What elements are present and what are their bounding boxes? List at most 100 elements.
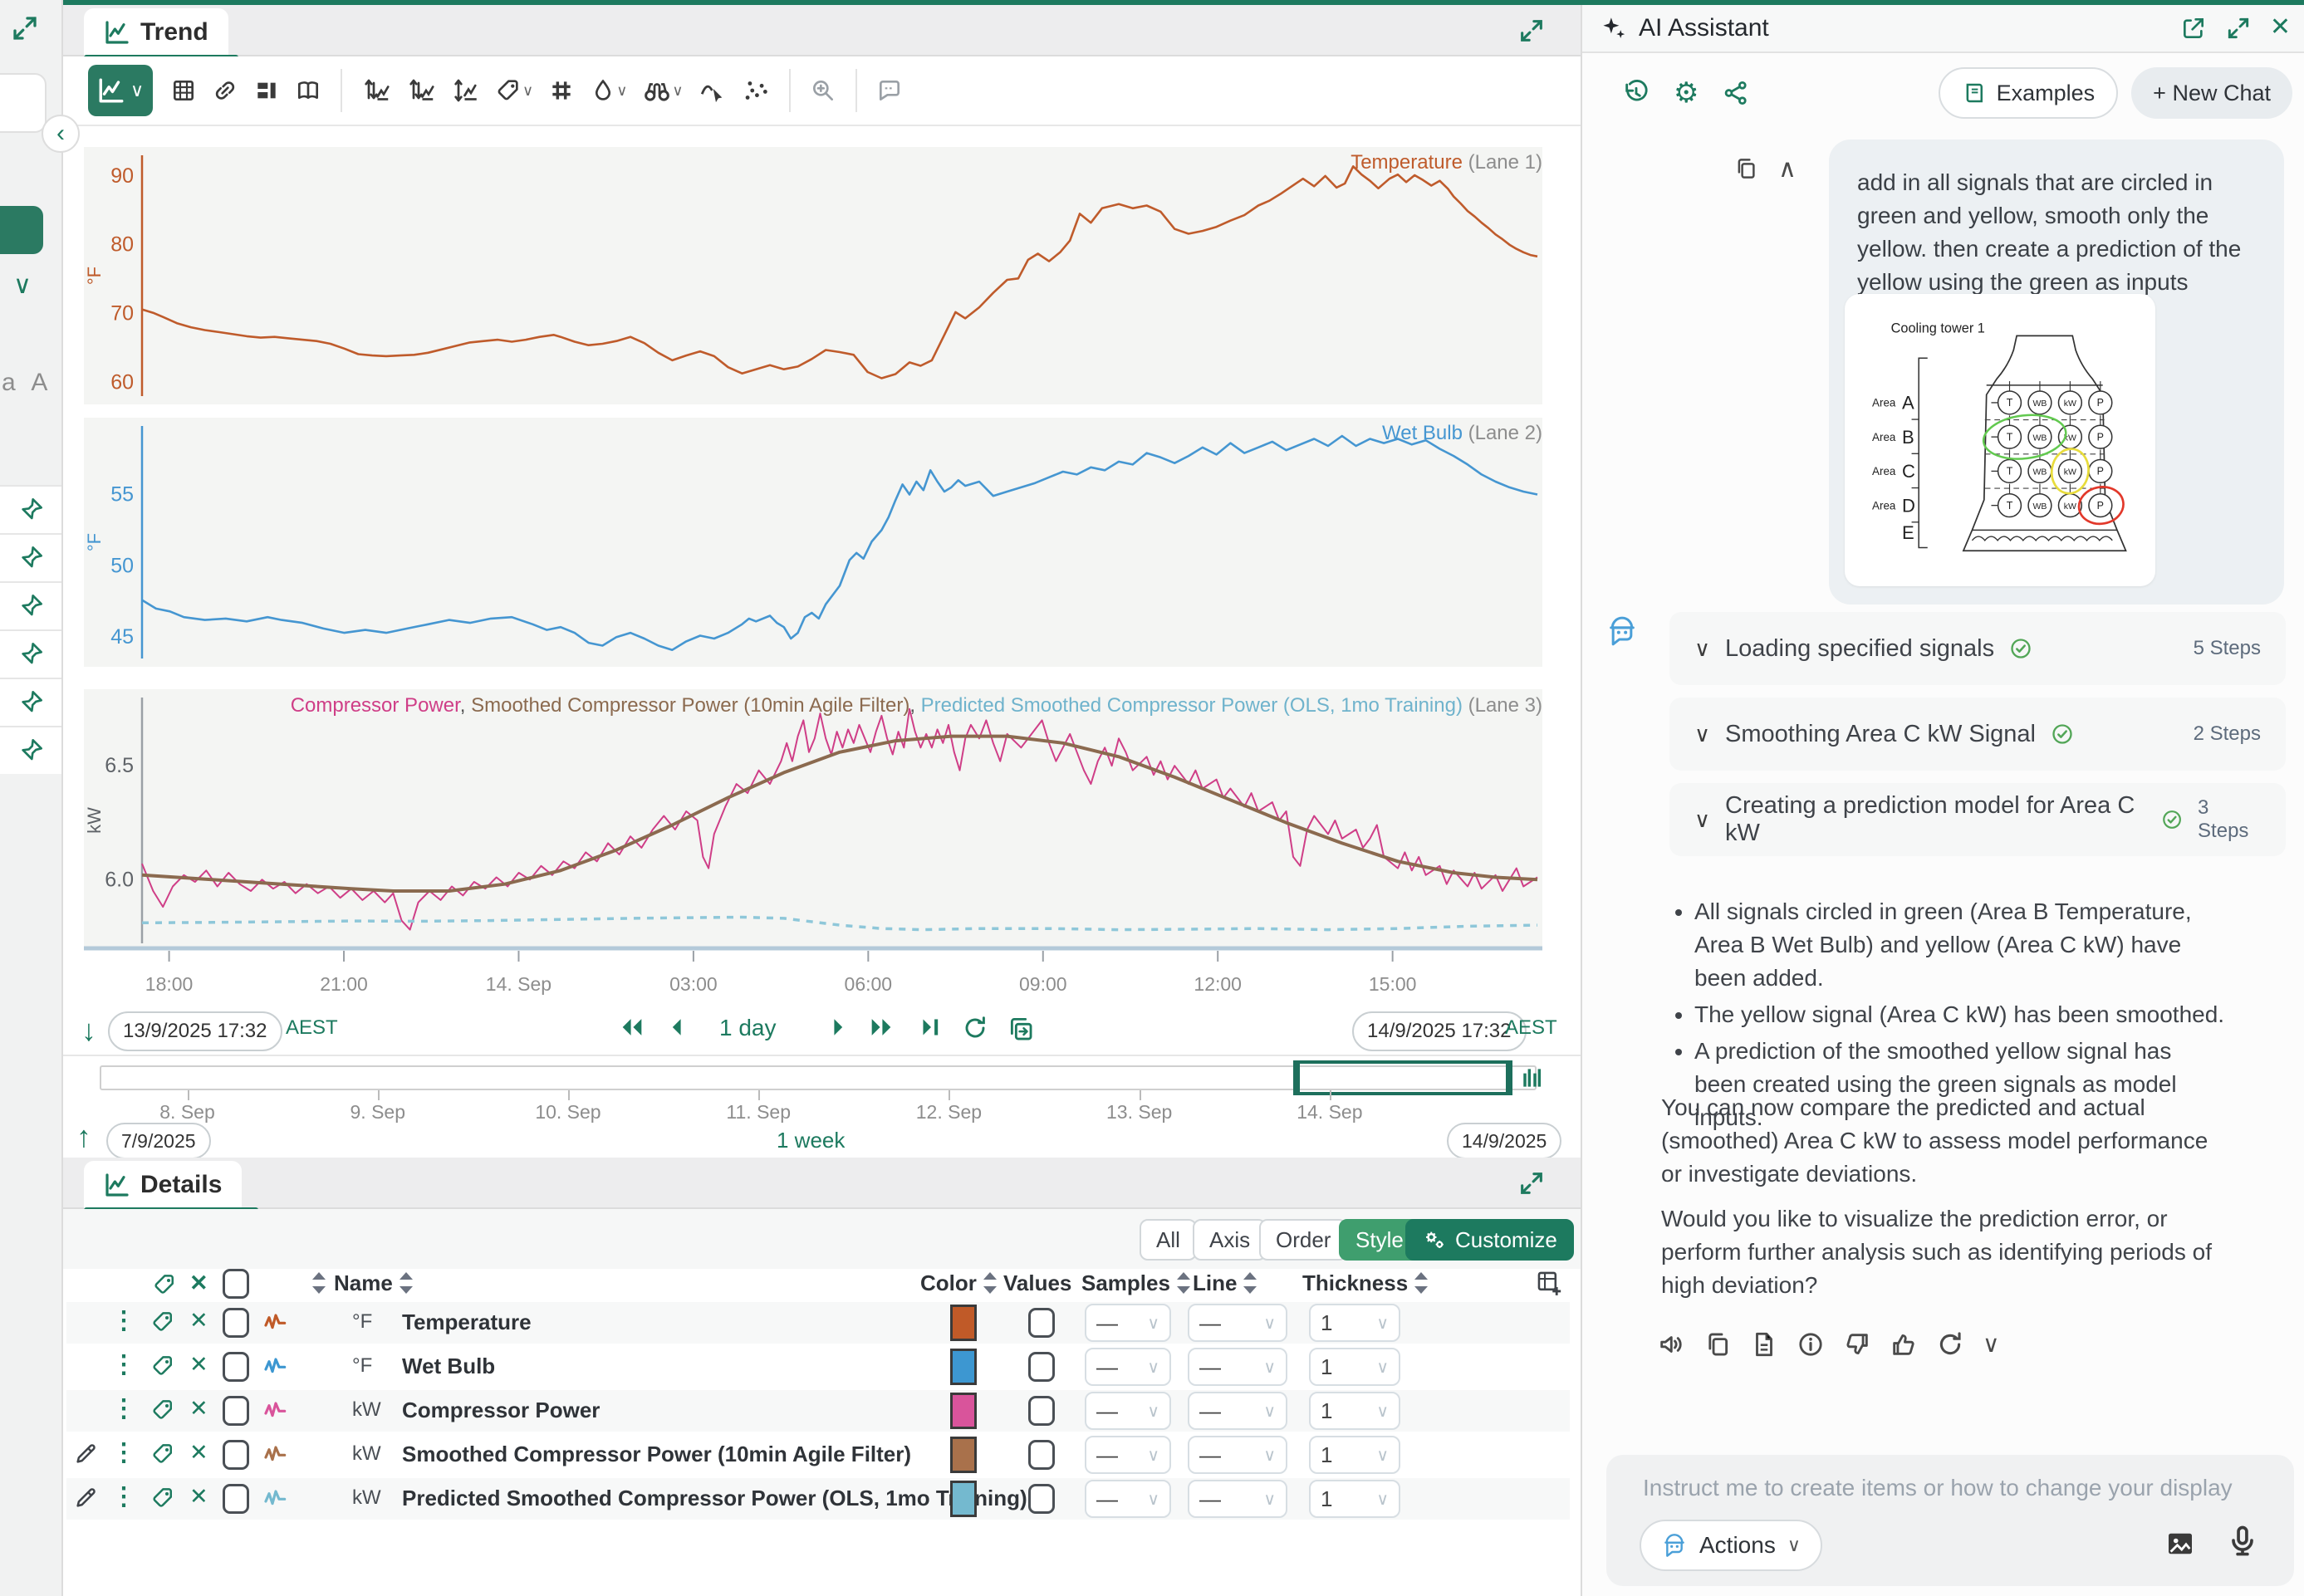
collapse-message-icon[interactable]: ∧: [1778, 154, 1797, 184]
filter-axis-button[interactable]: Axis: [1193, 1219, 1267, 1261]
values-checkbox[interactable]: [1028, 1308, 1055, 1338]
table-row[interactable]: ⋮✕kWPredicted Smoothed Compressor Power …: [66, 1478, 1570, 1520]
line-dropdown[interactable]: —∨: [1188, 1436, 1287, 1474]
row-checkbox[interactable]: [223, 1352, 249, 1382]
signal-name[interactable]: Wet Bulb: [402, 1354, 495, 1379]
row-menu-icon[interactable]: ⋮: [111, 1308, 136, 1334]
color-swatch[interactable]: [950, 1393, 977, 1429]
row-menu-icon[interactable]: ⋮: [111, 1396, 136, 1422]
pinned-item[interactable]: [0, 485, 61, 533]
item-tag-icon[interactable]: [151, 1352, 176, 1378]
sidebar-expand-icon[interactable]: [10, 13, 40, 43]
tab-trend[interactable]: Trend: [84, 8, 228, 56]
color-swatch[interactable]: [950, 1481, 977, 1517]
pinned-item[interactable]: [0, 726, 61, 774]
item-tag-icon[interactable]: [151, 1484, 176, 1510]
move-range-up-icon[interactable]: ↑: [76, 1119, 91, 1154]
col-values[interactable]: Values: [1003, 1270, 1071, 1296]
samples-dropdown[interactable]: —∨: [1085, 1392, 1171, 1430]
values-checkbox[interactable]: [1028, 1352, 1055, 1382]
thickness-dropdown[interactable]: 1∨: [1309, 1392, 1400, 1430]
signal-name[interactable]: Smoothed Compressor Power (10min Agile F…: [402, 1442, 911, 1467]
step-group-3[interactable]: ∨ Creating a prediction model for Area C…: [1669, 783, 2286, 856]
step-back-button[interactable]: [664, 1015, 688, 1040]
pinned-item[interactable]: [0, 629, 61, 678]
thickness-dropdown[interactable]: 1∨: [1309, 1304, 1400, 1342]
item-tag-icon[interactable]: [151, 1308, 176, 1334]
sidebar-active-tool[interactable]: [0, 206, 43, 254]
auto-scale-button[interactable]: [451, 76, 481, 105]
derived-data-button[interactable]: ∨: [590, 77, 627, 104]
line-dropdown[interactable]: —∨: [1188, 1348, 1287, 1386]
new-chat-button[interactable]: + New Chat: [2131, 67, 2292, 119]
signal-name[interactable]: Predicted Smoothed Compressor Power (OLS…: [402, 1486, 1027, 1511]
col-name[interactable]: Name: [334, 1270, 413, 1296]
refresh-range-icon[interactable]: [962, 1015, 988, 1041]
layout-button[interactable]: [253, 77, 280, 104]
chevron-down-icon[interactable]: ∨: [1983, 1330, 2000, 1359]
compare-signals-button[interactable]: [361, 76, 391, 105]
line-dropdown[interactable]: —∨: [1188, 1392, 1287, 1430]
compare-signals-alt-button[interactable]: [406, 76, 436, 105]
trend-lane-1-chart[interactable]: 90807060°F: [84, 147, 1542, 404]
thumbs-down-icon[interactable]: [1843, 1330, 1871, 1359]
customize-button[interactable]: Customize: [1405, 1219, 1574, 1261]
zoom-icon[interactable]: [810, 77, 836, 104]
chevron-down-icon[interactable]: ∨: [1694, 636, 1710, 662]
pencil-icon[interactable]: [73, 1484, 98, 1510]
timeline-selection[interactable]: [1293, 1060, 1512, 1095]
investigate-button[interactable]: ∨: [642, 76, 683, 105]
gridlines-button[interactable]: [548, 77, 575, 104]
pinned-item[interactable]: [0, 533, 61, 581]
link-button[interactable]: [212, 77, 238, 104]
range-end-input[interactable]: 14/9/2025 17:32: [1352, 1011, 1527, 1051]
range-duration-label[interactable]: 1 day: [719, 1015, 777, 1041]
move-range-down-icon[interactable]: ↓: [81, 1013, 96, 1048]
remove-icon[interactable]: ✕: [189, 1484, 208, 1510]
chat-input-card[interactable]: Instruct me to create items or how to ch…: [1606, 1455, 2294, 1586]
labels-button[interactable]: ∨: [496, 77, 533, 104]
col-samples[interactable]: Samples: [1081, 1270, 1190, 1296]
remove-icon[interactable]: ✕: [189, 1352, 208, 1378]
microphone-icon[interactable]: [2224, 1523, 2261, 1559]
row-checkbox[interactable]: [223, 1308, 249, 1338]
thumbs-up-icon[interactable]: [1890, 1330, 1918, 1359]
pencil-icon[interactable]: [73, 1440, 98, 1466]
values-checkbox[interactable]: [1028, 1396, 1055, 1426]
signal-name[interactable]: Compressor Power: [402, 1398, 600, 1423]
gear-icon[interactable]: ⚙: [1674, 79, 1699, 107]
timeline-end-input[interactable]: 14/9/2025: [1447, 1123, 1561, 1159]
color-swatch[interactable]: [950, 1437, 977, 1473]
document-icon[interactable]: [1750, 1330, 1778, 1359]
trend-expand-icon[interactable]: [1517, 17, 1546, 45]
pinned-item[interactable]: [0, 581, 61, 629]
step-forward-button[interactable]: [827, 1015, 851, 1040]
remove-all-icon[interactable]: ✕: [189, 1270, 208, 1296]
add-column-icon[interactable]: [1535, 1269, 1563, 1297]
details-expand-icon[interactable]: [1517, 1169, 1546, 1197]
step-to-end-button[interactable]: [919, 1015, 944, 1040]
chevron-down-icon[interactable]: ∨: [1694, 807, 1710, 833]
col-line[interactable]: Line: [1193, 1270, 1257, 1296]
comment-icon[interactable]: [876, 77, 903, 104]
filter-order-button[interactable]: Order: [1259, 1219, 1347, 1261]
read-aloud-icon[interactable]: [1657, 1330, 1685, 1359]
color-swatch[interactable]: [950, 1305, 977, 1341]
row-menu-icon[interactable]: ⋮: [111, 1440, 136, 1466]
samples-dropdown[interactable]: —∨: [1085, 1436, 1171, 1474]
trend-lane-2-chart[interactable]: 555045°F: [84, 418, 1542, 667]
step-group-2[interactable]: ∨ Smoothing Area C kW Signal 2 Steps: [1669, 698, 2286, 771]
table-row[interactable]: ⋮✕kWCompressor Power—∨—∨1∨: [66, 1390, 1570, 1432]
remove-icon[interactable]: ✕: [189, 1440, 208, 1466]
line-dropdown[interactable]: —∨: [1188, 1304, 1287, 1342]
values-checkbox[interactable]: [1028, 1484, 1055, 1514]
fast-forward-button[interactable]: [867, 1015, 895, 1040]
attach-image-icon[interactable]: [2163, 1526, 2198, 1561]
table-view-button[interactable]: [170, 77, 197, 104]
row-checkbox[interactable]: [223, 1396, 249, 1426]
range-start-input[interactable]: 13/9/2025 17:32: [108, 1011, 282, 1051]
thickness-dropdown[interactable]: 1∨: [1309, 1480, 1400, 1518]
col-thickness[interactable]: Thickness: [1302, 1270, 1428, 1296]
open-in-new-window-icon[interactable]: [2180, 15, 2207, 42]
thickness-dropdown[interactable]: 1∨: [1309, 1348, 1400, 1386]
